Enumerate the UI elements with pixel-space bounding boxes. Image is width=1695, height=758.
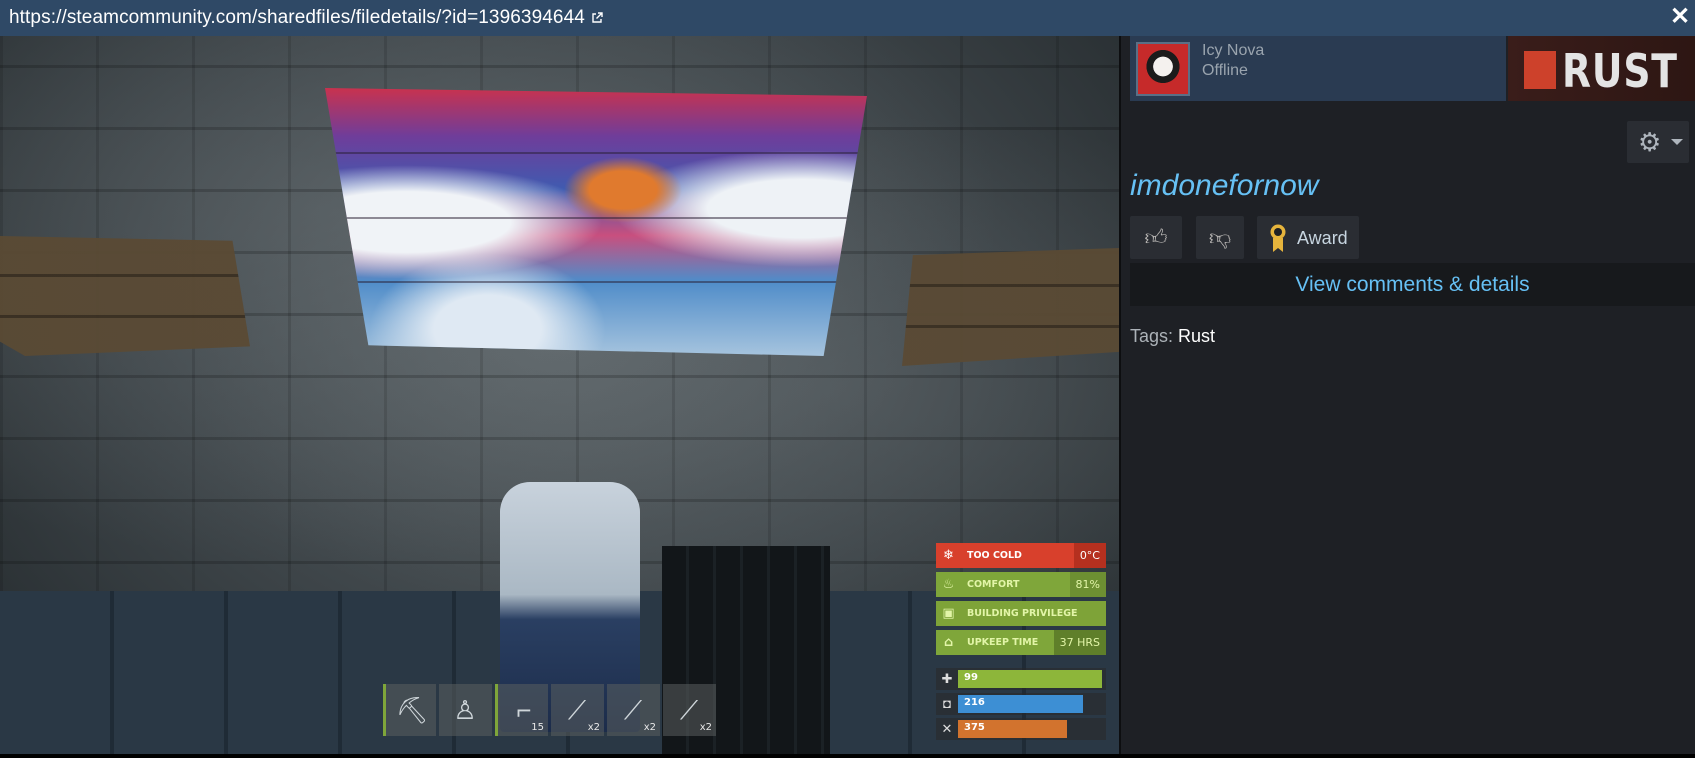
url-text[interactable]: https://steamcommunity.com/sharedfiles/f… [9, 7, 585, 28]
game-logo-text: RUST [1562, 44, 1678, 98]
game-logo[interactable]: RUST [1508, 36, 1695, 101]
gear-icon: ⚙ [1638, 127, 1662, 157]
cube-icon: ▣ [942, 606, 955, 621]
cup-icon: ◘ [943, 696, 951, 711]
vitals-hud: ✚ 99 ◘ 216 ✕ 375 [936, 668, 1106, 743]
status-label: COMFORT [967, 579, 1020, 590]
hotbar-slot-3[interactable]: ⌐ 15 [495, 684, 548, 736]
thumbs-up-button[interactable]: 👍︎ [1130, 216, 1182, 259]
item-title: imdonefornow [1130, 169, 1319, 202]
status-label: BUILDING PRIVILEGE [967, 608, 1078, 619]
slot-qty: x2 [587, 722, 600, 733]
vital-water: ◘ 216 [936, 693, 1106, 715]
status-too-cold: ❄ TOO COLD 0°c [936, 543, 1106, 568]
health-bar [958, 670, 1102, 688]
vital-food: ✕ 375 [936, 718, 1106, 740]
slot-qty: 15 [531, 722, 544, 733]
settings-menu-button[interactable]: ⚙ [1627, 121, 1689, 163]
rust-logo-icon [1524, 51, 1556, 89]
status-value: 0°c [1073, 543, 1106, 568]
slot-qty: x2 [643, 722, 656, 733]
caret-down-icon [1671, 139, 1683, 145]
status-label: UPKEEP TIME [967, 637, 1039, 648]
food-value: 375 [964, 722, 985, 733]
tag-link[interactable]: Rust [1178, 326, 1215, 346]
snowflake-icon: ❄ [943, 548, 954, 563]
close-icon[interactable]: ✕ [1669, 5, 1691, 29]
hotbar-slot-4[interactable]: ⟋ x2 [551, 684, 604, 736]
external-link-icon[interactable] [591, 12, 603, 24]
status-value: 37 hrs [1053, 630, 1106, 655]
wood-board-left [0, 236, 250, 356]
url-link[interactable]: https://steamcommunity.com/sharedfiles/f… [9, 7, 603, 29]
hotbar-slot-5[interactable]: ⟋ x2 [607, 684, 660, 736]
plus-icon: ✚ [941, 671, 953, 686]
hotbar-slot-6[interactable]: ⟋ x2 [663, 684, 716, 736]
chair-icon: ♙ [453, 695, 477, 725]
author-block[interactable]: Icy Nova Offline [1130, 36, 1506, 101]
water-value: 216 [964, 697, 985, 708]
author-status: Offline [1202, 62, 1248, 79]
status-value: 81% [1069, 572, 1106, 597]
details-panel: Icy Nova Offline RUST ⚙ imdonefornow 👍︎ … [1119, 36, 1695, 754]
thumbs-down-button[interactable]: 👎︎ [1196, 216, 1244, 259]
pickaxe-icon: ⛏ [395, 695, 429, 725]
hotbar-slot-1[interactable]: ⛏ [383, 684, 436, 736]
tags-label: Tags: [1130, 326, 1174, 346]
avatar[interactable] [1136, 42, 1190, 96]
author-name[interactable]: Icy Nova [1202, 42, 1264, 60]
url-bar: https://steamcommunity.com/sharedfiles/f… [0, 0, 1695, 36]
flame-icon: ♨ [942, 577, 955, 592]
vital-health: ✚ 99 [936, 668, 1106, 690]
tags-row: Tags: Rust [1130, 326, 1215, 347]
thumbs-down-icon: 👎︎ [1208, 225, 1232, 250]
award-medal-icon [1270, 224, 1286, 252]
fork-knife-icon: ✕ [941, 721, 953, 736]
status-upkeep-time: ⌂ UPKEEP TIME 37 hrs [936, 630, 1106, 655]
status-building-privilege: ▣ BUILDING PRIVILEGE [936, 601, 1106, 626]
thumbs-up-icon: 👍︎ [1144, 225, 1168, 250]
status-comfort: ♨ COMFORT 81% [936, 572, 1106, 597]
wood-board-right [902, 248, 1119, 366]
award-label: Award [1297, 228, 1348, 248]
painted-sign [325, 88, 867, 356]
view-comments-button[interactable]: View comments & details [1130, 263, 1695, 306]
health-value: 99 [964, 672, 978, 683]
status-hud: ❄ TOO COLD 0°c ♨ COMFORT 81% ▣ BUILDING … [936, 543, 1106, 659]
hotbar-slot-2[interactable]: ♙ [439, 684, 492, 736]
status-label: TOO COLD [967, 550, 1022, 561]
screenshot-image[interactable]: ❄ TOO COLD 0°c ♨ COMFORT 81% ▣ BUILDING … [0, 36, 1119, 754]
slot-qty: x2 [699, 722, 712, 733]
house-icon: ⌂ [943, 635, 954, 650]
award-button[interactable]: Award [1257, 216, 1359, 259]
